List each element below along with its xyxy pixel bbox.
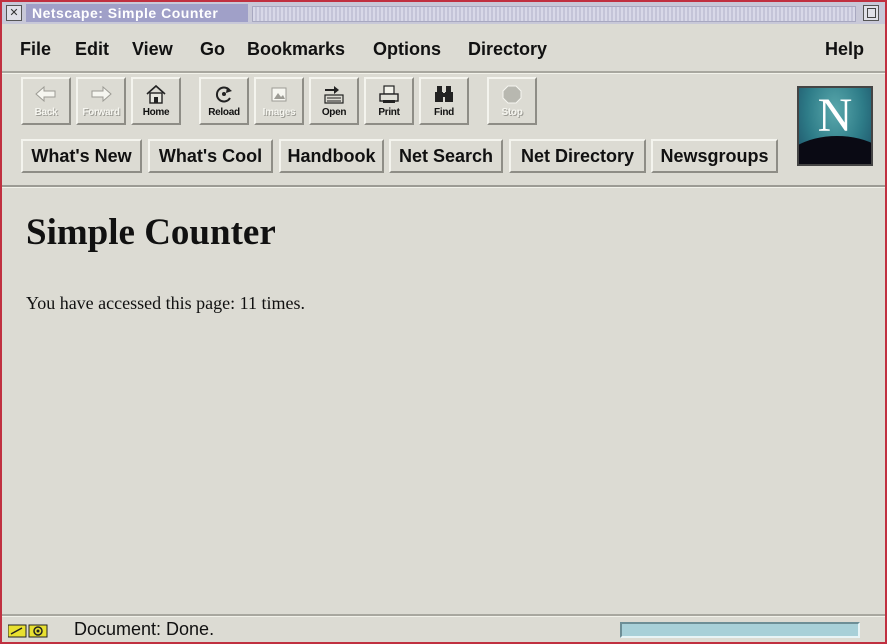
window-maximize-icon[interactable] [863,5,879,21]
forward-arrow-icon [91,85,112,103]
title-bar-stripes [252,6,856,22]
print-button[interactable]: Print [364,77,414,125]
window-title: Netscape: Simple Counter [32,5,219,21]
logo-letter: N [817,89,853,142]
menu-bookmarks[interactable]: Bookmarks [247,39,345,60]
reload-button[interactable]: Reload [199,77,249,125]
progress-bar [620,622,860,638]
find-binoculars-icon [435,86,453,102]
net-directory-button[interactable]: Net Directory [509,139,646,173]
reload-icon [216,86,232,103]
browser-window: ✕ Netscape: Simple Counter File Edit Vie… [0,0,887,644]
find-button[interactable]: Find [419,77,469,125]
whats-new-button[interactable]: What's New [21,139,142,173]
home-label: Home [142,107,170,118]
menu-bar: File Edit View Go Bookmarks Options Dire… [2,27,885,73]
page-content: Simple Counter You have accessed this pa… [2,185,885,615]
menu-go[interactable]: Go [200,39,225,60]
back-label: Back [34,107,58,118]
menu-view[interactable]: View [132,39,173,60]
open-button[interactable]: Open [309,77,359,125]
stop-button[interactable]: Stop [487,77,537,125]
security-key-icon[interactable] [8,624,48,638]
back-button[interactable]: Back [21,77,71,125]
images-label: Images [262,107,296,118]
progress-fill [622,624,858,636]
stop-icon [502,85,522,104]
forward-button[interactable]: Forward [76,77,126,125]
window-close-icon[interactable]: ✕ [6,5,22,21]
page-body-text: You have accessed this page: 11 times. [26,293,305,313]
menu-file[interactable]: File [20,39,51,60]
open-label: Open [321,107,347,118]
forward-label: Forward [82,107,120,118]
open-icon [324,86,344,104]
images-button[interactable]: Images [254,77,304,125]
page-heading: Simple Counter [26,212,276,253]
find-label: Find [434,107,454,118]
print-label: Print [378,107,400,118]
status-bar: Document: Done. [2,614,885,642]
netscape-logo[interactable]: N [797,86,873,166]
net-search-button[interactable]: Net Search [389,139,503,173]
handbook-button[interactable]: Handbook [279,139,384,173]
status-message: Document: Done. [74,619,215,639]
stop-label: Stop [501,107,523,118]
menu-edit[interactable]: Edit [75,39,109,60]
reload-label: Reload [208,107,240,118]
menu-options[interactable]: Options [373,39,441,60]
menu-help[interactable]: Help [825,39,864,60]
menu-directory[interactable]: Directory [468,39,547,60]
newsgroups-button[interactable]: Newsgroups [651,139,778,173]
images-icon [271,87,287,102]
home-button[interactable]: Home [131,77,181,125]
whats-cool-button[interactable]: What's Cool [148,139,273,173]
title-bar[interactable]: ✕ Netscape: Simple Counter [2,2,885,24]
back-arrow-icon [35,85,56,103]
print-icon [379,85,399,103]
home-icon [146,84,166,104]
